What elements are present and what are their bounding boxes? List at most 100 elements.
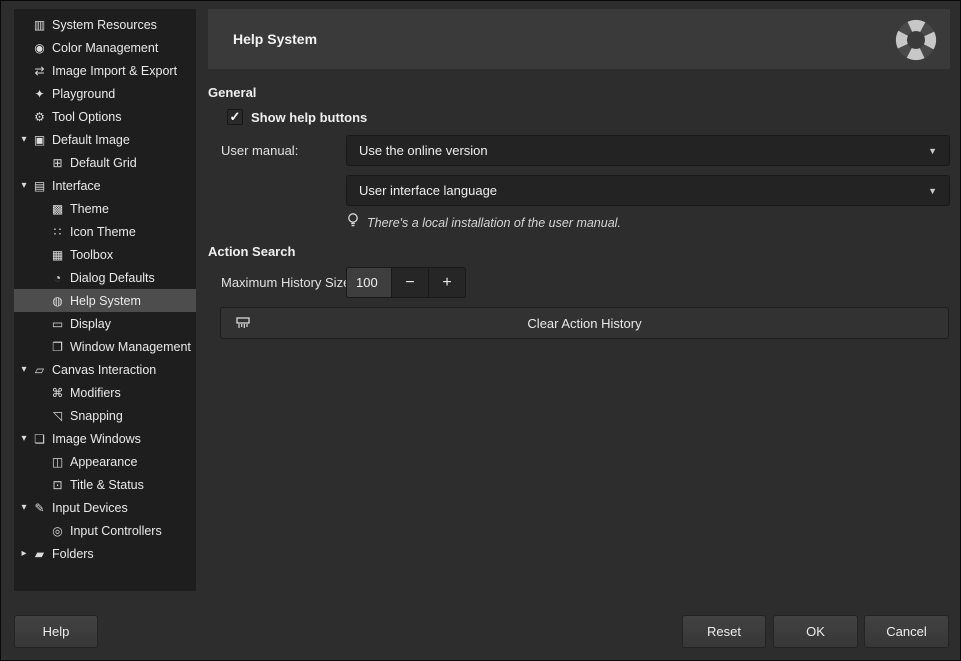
increment-button[interactable]: + [429,267,466,298]
show-help-buttons-checkbox[interactable]: ✓ [227,109,243,125]
ok-button[interactable]: OK [773,615,858,648]
system-resources-icon: ▥ [31,18,48,32]
sidebar-item-window-management[interactable]: ❐ Window Management [14,335,196,358]
plus-icon: + [442,274,451,292]
user-manual-selected-value: Use the online version [359,143,488,158]
lightbulb-icon [346,212,360,233]
window-management-icon: ❐ [49,340,66,354]
page-header: Help System [208,9,950,69]
input-devices-icon: ✎ [31,501,48,515]
image-windows-icon: ❏ [31,432,48,446]
sidebar-item-toolbox[interactable]: ▦ Toolbox [14,243,196,266]
sidebar-item-canvas-interaction[interactable]: ▾▱ Canvas Interaction [14,358,196,381]
minus-icon: − [405,274,414,292]
playground-icon: ✦ [31,87,48,101]
sidebar-item-default-grid[interactable]: ⊞ Default Grid [14,151,196,174]
sidebar-item-label: Playground [52,87,115,101]
sidebar-item-label: Dialog Defaults [70,271,155,285]
sidebar-item-folders[interactable]: ▸▰ Folders [14,542,196,565]
canvas-interaction-icon: ▱ [31,363,48,377]
sidebar-item-label: Display [70,317,111,331]
sidebar-item-label: Theme [70,202,109,216]
sidebar-item-label: Interface [52,179,101,193]
sidebar-item-playground[interactable]: ✦ Playground [14,82,196,105]
clear-icon [235,315,251,331]
sidebar-item-label: Input Controllers [70,524,162,538]
sidebar-item-color-management[interactable]: ◉ Color Management [14,36,196,59]
sidebar-item-display[interactable]: ▭Display [14,312,196,335]
chevron-down-icon[interactable]: ▾ [17,180,31,191]
snapping-icon: ◹ [49,409,66,423]
sidebar-item-theme[interactable]: ▩Theme [14,197,196,220]
sidebar-item-appearance[interactable]: ◫Appearance [14,450,196,473]
sidebar-item-help-system[interactable]: ◍Help System [14,289,196,312]
chevron-down-icon[interactable]: ▾ [17,364,31,375]
reset-button-label: Reset [707,624,741,639]
max-history-size-input[interactable]: 100 [346,267,392,298]
sidebar-item-label: Window Management [70,340,191,354]
color-management-icon: ◉ [31,41,48,55]
sidebar-item-image-windows[interactable]: ▾❏ Image Windows [14,427,196,450]
chevron-down-icon[interactable]: ▾ [17,502,31,513]
sidebar-item-dialog-defaults[interactable]: ◔ Dialog Defaults [14,266,196,289]
sidebar-item-system-resources[interactable]: ▥ System Resources [14,13,196,36]
appearance-icon: ◫ [49,455,66,469]
tool-options-icon: ⚙ [31,110,48,124]
chevron-right-icon[interactable]: ▸ [17,548,31,559]
ok-button-label: OK [806,624,825,639]
sidebar-item-label: Title & Status [70,478,144,492]
chevron-down-icon[interactable]: ▾ [17,433,31,444]
default-grid-icon: ⊞ [49,156,66,170]
cancel-button-label: Cancel [886,624,926,639]
sidebar-item-modifiers[interactable]: ⌘ Modifiers [14,381,196,404]
sidebar-item-label: Canvas Interaction [52,363,156,377]
chevron-down-icon: ▼ [928,146,937,156]
toolbox-icon: ▦ [49,248,66,262]
dialog-defaults-icon: ◔ [49,271,66,285]
user-manual-hint-row: There's a local installation of the user… [346,212,621,233]
user-interface-language-dropdown[interactable]: User interface language ▼ [346,175,950,206]
image-import-export-icon: ⇄ [31,64,48,78]
sidebar-item-label: Tool Options [52,110,121,124]
sidebar-item-label: Snapping [70,409,123,423]
help-button[interactable]: Help [14,615,98,648]
sidebar-item-interface[interactable]: ▾▤ Interface [14,174,196,197]
sidebar-item-image-import-export[interactable]: ⇄ Image Import & Export [14,59,196,82]
preferences-category-tree: ▥ System Resources ◉ Color Management ⇄ Image… [14,9,196,591]
modifiers-icon: ⌘ [49,386,66,400]
sidebar-item-default-image[interactable]: ▾▣Default Image [14,128,196,151]
cancel-button[interactable]: Cancel [864,615,949,648]
help-system-icon: ◍ [49,294,66,308]
sidebar-item-label: Image Windows [52,432,141,446]
sidebar-item-label: Color Management [52,41,158,55]
page-title: Help System [233,31,317,47]
sidebar-item-label: Icon Theme [70,225,136,239]
interface-icon: ▤ [31,179,48,193]
user-manual-dropdown[interactable]: Use the online version ▼ [346,135,950,166]
clear-action-history-label: Clear Action History [221,316,948,331]
general-section-title: General [208,85,256,100]
input-controllers-icon: ◎ [49,524,66,538]
sidebar-item-tool-options[interactable]: ⚙ Tool Options [14,105,196,128]
folders-icon: ▰ [31,547,48,561]
decrement-button[interactable]: − [392,267,429,298]
chevron-down-icon: ▼ [928,186,937,196]
sidebar-item-icon-theme[interactable]: ∷Icon Theme [14,220,196,243]
sidebar-item-title-status[interactable]: ⊡Title & Status [14,473,196,496]
sidebar-item-input-controllers[interactable]: ◎ Input Controllers [14,519,196,542]
max-history-size-stepper: 100 − + [346,267,466,298]
sidebar-item-label: Toolbox [70,248,113,262]
sidebar-item-snapping[interactable]: ◹ Snapping [14,404,196,427]
sidebar-item-label: Modifiers [70,386,121,400]
sidebar-item-input-devices[interactable]: ▾✎Input Devices [14,496,196,519]
sidebar-item-label: Default Grid [70,156,137,170]
show-help-buttons-label: Show help buttons [251,110,367,125]
help-button-label: Help [43,624,70,639]
sidebar-item-label: Default Image [52,133,130,147]
sidebar-item-label: System Resources [52,18,157,32]
sidebar-item-label: Image Import & Export [52,64,177,78]
reset-button[interactable]: Reset [682,615,766,648]
chevron-down-icon[interactable]: ▾ [17,134,31,145]
clear-action-history-button[interactable]: Clear Action History [220,307,949,339]
sidebar-item-label: Folders [52,547,94,561]
